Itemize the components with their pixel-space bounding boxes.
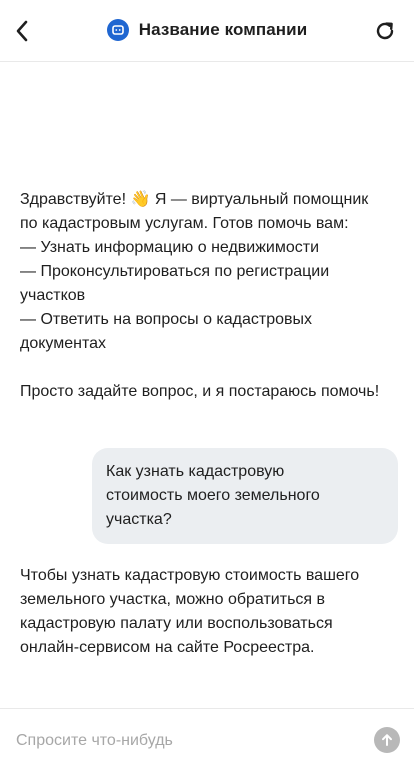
user-message: Как узнать кадастровую стоимость моего з…	[92, 448, 398, 544]
bot-message-answer: Чтобы узнать кадастровую стоимость вашег…	[20, 564, 390, 660]
user-message-text: Как узнать кадастровую стоимость моего з…	[106, 463, 320, 528]
message-line: — Ответить на вопросы о кадастровых доку…	[20, 311, 313, 352]
chat-bot-logo-icon	[106, 19, 129, 41]
message-text: Чтобы узнать кадастровую стоимость вашег…	[20, 567, 360, 656]
bot-message-greeting: Здравствуйте! 👋 Я — виртуальный помощник…	[20, 188, 390, 404]
message-line: Здравствуйте! 👋 Я — виртуальный помощник…	[20, 191, 369, 232]
refresh-icon	[376, 22, 394, 40]
message-line: — Узнать информацию о недвижимости	[20, 239, 320, 256]
refresh-button[interactable]	[370, 16, 400, 46]
message-composer	[0, 708, 414, 770]
message-input[interactable]	[16, 727, 356, 755]
message-line: — Проконсультироваться по регистрации уч…	[20, 263, 330, 304]
arrow-up-icon	[382, 734, 392, 746]
page-title: Название компании	[138, 20, 308, 39]
header-title-group: Название компании	[0, 19, 414, 41]
chat-history: Здравствуйте! 👋 Я — виртуальный помощник…	[0, 62, 414, 708]
message-line: Просто задайте вопрос, и я постараюсь по…	[20, 383, 380, 400]
send-button[interactable]	[374, 727, 400, 753]
chat-header: Название компании	[0, 0, 414, 62]
